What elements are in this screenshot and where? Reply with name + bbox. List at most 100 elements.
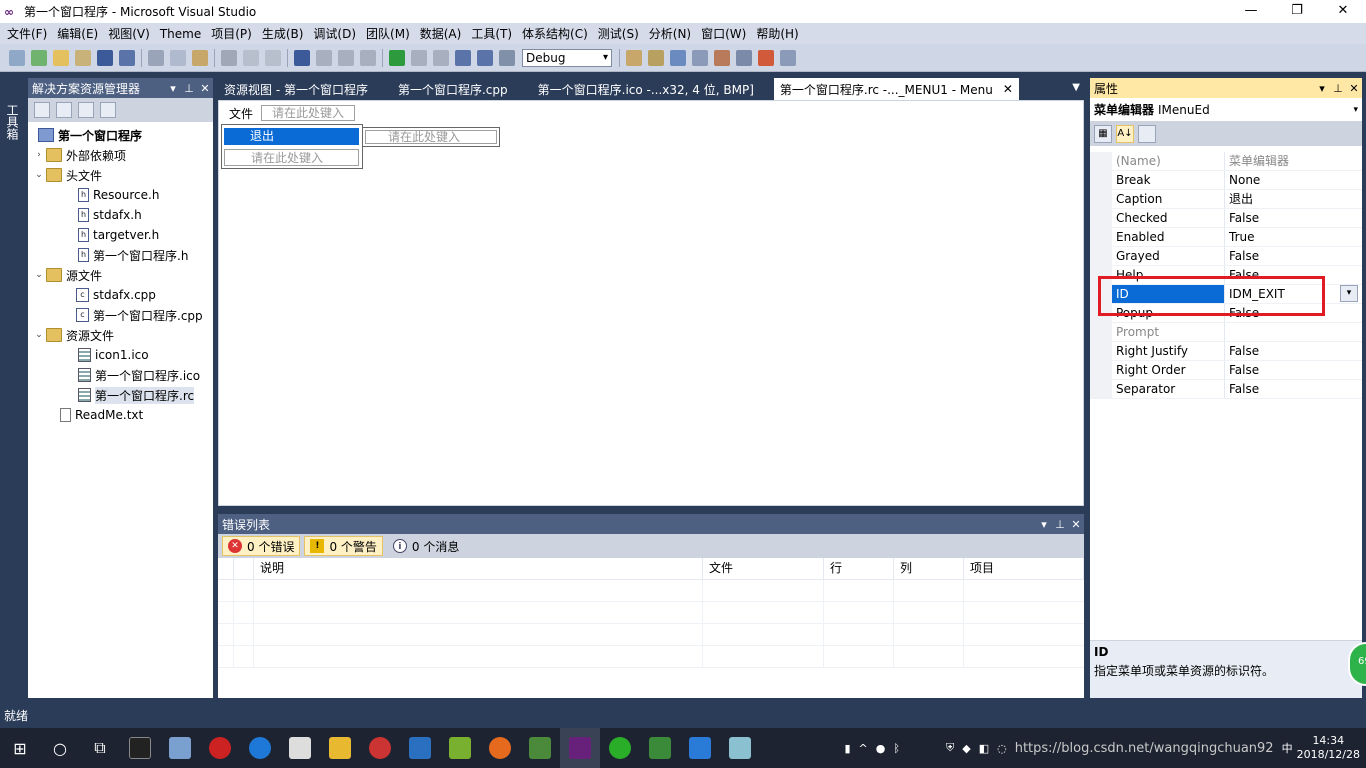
tab-rc-menu[interactable]: 第一个窗口程序.rc -..._MENU1 - Menu ✕	[773, 78, 1019, 100]
tree-node-header-files[interactable]: ⌄ 头文件	[28, 165, 213, 185]
taskbar-app[interactable]	[120, 728, 160, 768]
tree-node-external-deps[interactable]: › 外部依赖项	[28, 145, 213, 165]
undo-icon[interactable]	[294, 49, 310, 66]
warnings-filter-button[interactable]: ! 0 个警告	[304, 536, 383, 556]
shield-icon[interactable]: ⛨	[946, 741, 954, 755]
taskbar-app[interactable]	[480, 728, 520, 768]
solution-explorer-icon[interactable]	[648, 49, 664, 66]
start-page-icon[interactable]	[758, 49, 774, 66]
menu-editor-new-subitem[interactable]: 请在此处键入	[365, 130, 497, 144]
pause-icon[interactable]	[411, 49, 427, 66]
properties-window-icon[interactable]	[670, 49, 686, 66]
extension-manager-icon[interactable]	[780, 49, 796, 66]
close-icon[interactable]: ✕	[1068, 518, 1084, 531]
uncomment-icon[interactable]	[265, 49, 281, 66]
restore-button[interactable]: ❐	[1274, 0, 1320, 23]
categorized-icon[interactable]: ▦	[1094, 125, 1112, 143]
pin-icon[interactable]: ⊥	[1052, 518, 1068, 531]
class-view-icon[interactable]	[736, 49, 752, 66]
tree-node-file[interactable]: c stdafx.cpp	[28, 285, 213, 305]
menu-view[interactable]: 视图(V)	[103, 24, 155, 44]
paste-icon[interactable]	[192, 49, 208, 66]
menu-data[interactable]: 数据(A)	[415, 24, 467, 44]
app-icon[interactable]: ◆	[962, 742, 970, 755]
navigate-back-icon[interactable]	[338, 49, 354, 66]
step-over-icon[interactable]	[477, 49, 493, 66]
menu-theme[interactable]: Theme	[155, 24, 206, 44]
pin-icon[interactable]: ⊥	[181, 82, 197, 95]
step-into-icon[interactable]	[455, 49, 471, 66]
tree-node-file[interactable]: h stdafx.h	[28, 205, 213, 225]
tree-node-file[interactable]: h targetver.h	[28, 225, 213, 245]
tree-node-file[interactable]: c 第一个窗口程序.cpp	[28, 305, 213, 325]
save-icon[interactable]	[97, 49, 113, 66]
menu-file[interactable]: 文件(F)	[2, 24, 52, 44]
taskbar-app[interactable]	[600, 728, 640, 768]
taskbar-app[interactable]	[360, 728, 400, 768]
find-icon[interactable]	[221, 49, 237, 66]
pin-icon[interactable]: ⊥	[1330, 82, 1346, 95]
taskbar-app[interactable]	[520, 728, 560, 768]
column-file[interactable]: 文件	[703, 558, 824, 579]
menu-debug[interactable]: 调试(D)	[308, 24, 361, 44]
chevron-right-icon[interactable]: ›	[32, 150, 46, 160]
chevron-down-icon[interactable]: ▼	[1072, 82, 1080, 93]
errors-filter-button[interactable]: ✕ 0 个错误	[222, 536, 301, 556]
find-in-files-icon[interactable]	[626, 49, 642, 66]
object-selector[interactable]: 菜单编辑器 IMenuEd ▾	[1090, 98, 1362, 122]
taskbar-app[interactable]	[320, 728, 360, 768]
object-browser-icon[interactable]	[692, 49, 708, 66]
property-row[interactable]: Checked False	[1090, 209, 1362, 228]
step-out-icon[interactable]	[499, 49, 515, 66]
column-project[interactable]: 项目	[964, 558, 1084, 579]
network-icon[interactable]: ◧	[979, 742, 989, 755]
tree-node-file[interactable]: ReadMe.txt	[28, 405, 213, 425]
show-all-files-icon[interactable]	[56, 102, 72, 118]
property-row[interactable]: Caption 退出	[1090, 190, 1362, 209]
chevron-down-icon[interactable]: ⌄	[32, 330, 46, 340]
taskbar-app[interactable]	[640, 728, 680, 768]
redo-icon[interactable]	[316, 49, 332, 66]
menu-project[interactable]: 项目(P)	[206, 24, 257, 44]
chevron-up-icon[interactable]: ^	[859, 742, 868, 755]
menu-editor-new-item[interactable]: 请在此处键入	[224, 149, 359, 166]
taskbar-app[interactable]	[160, 728, 200, 768]
menu-editor-top-item[interactable]: 文件	[221, 105, 261, 122]
taskbar-app[interactable]	[240, 728, 280, 768]
menu-architecture[interactable]: 体系结构(C)	[517, 24, 593, 44]
property-row[interactable]: Enabled True	[1090, 228, 1362, 247]
tab-resource-view[interactable]: 资源视图 - 第一个窗口程序	[218, 78, 374, 100]
comment-icon[interactable]	[243, 49, 259, 66]
toolbox-tab[interactable]: 工具箱	[0, 78, 24, 698]
chevron-down-icon[interactable]: ▾	[165, 82, 181, 95]
properties-icon[interactable]	[34, 102, 50, 118]
menu-window[interactable]: 窗口(W)	[696, 24, 751, 44]
property-row[interactable]: Prompt	[1090, 323, 1362, 342]
column-description[interactable]: 说明	[254, 558, 703, 579]
property-pages-icon[interactable]	[1138, 125, 1156, 143]
chevron-down-icon[interactable]: ⌄	[32, 170, 46, 180]
menu-editor-new-top-item[interactable]: 请在此处键入	[261, 105, 356, 121]
alphabetical-icon[interactable]: A↓	[1116, 125, 1134, 143]
save-all-icon[interactable]	[119, 49, 135, 66]
taskbar-app[interactable]	[720, 728, 760, 768]
minimize-button[interactable]: —	[1228, 0, 1274, 23]
taskbar-app-visual-studio[interactable]	[560, 728, 600, 768]
menu-edit[interactable]: 编辑(E)	[52, 24, 103, 44]
column-column[interactable]: 列	[894, 558, 964, 579]
navigate-forward-icon[interactable]	[360, 49, 376, 66]
menu-team[interactable]: 团队(M)	[361, 24, 415, 44]
column-type[interactable]	[234, 558, 254, 579]
tree-node-source-files[interactable]: ⌄ 源文件	[28, 265, 213, 285]
tab-ico[interactable]: 第一个窗口程序.ico -...x32, 4 位, BMP]	[532, 78, 760, 100]
add-item-icon[interactable]	[31, 49, 47, 66]
open-file-icon[interactable]	[53, 49, 69, 66]
chevron-down-icon[interactable]: ▾	[1036, 518, 1052, 531]
bluetooth-icon[interactable]: ᛒ	[893, 742, 900, 755]
battery-icon[interactable]: ▮	[844, 742, 850, 755]
open-dropdown-icon[interactable]	[75, 49, 91, 66]
toolbox-icon[interactable]	[714, 49, 730, 66]
property-row[interactable]: Right Justify False	[1090, 342, 1362, 361]
tree-node-project[interactable]: 第一个窗口程序	[28, 125, 213, 145]
column-line[interactable]: 行	[824, 558, 894, 579]
